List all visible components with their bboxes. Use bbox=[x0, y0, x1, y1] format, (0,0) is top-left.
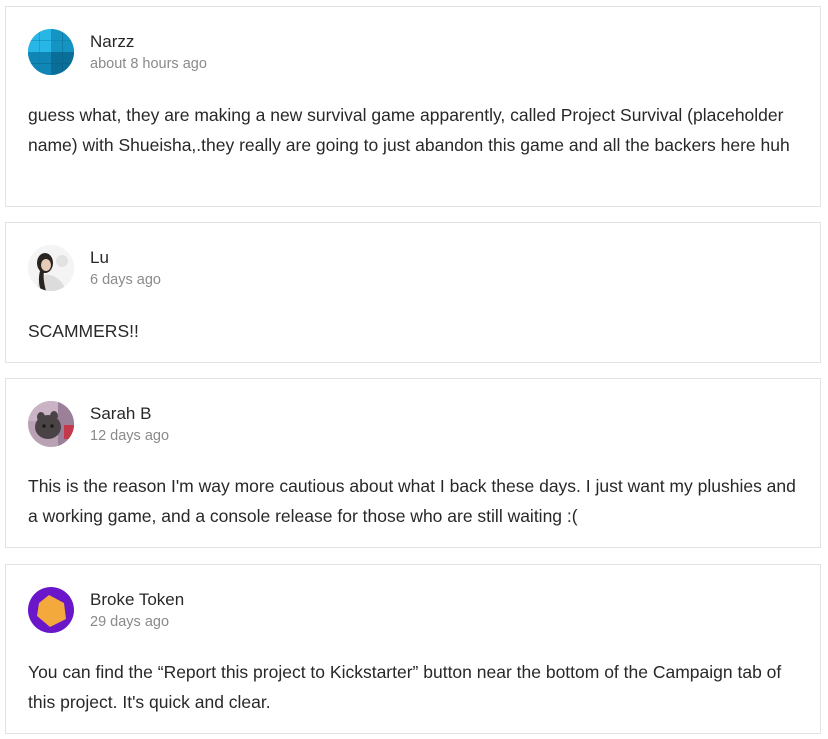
comment-body: guess what, they are making a new surviv… bbox=[28, 105, 790, 155]
comment-body: You can find the “Report this project to… bbox=[28, 662, 782, 712]
purple-orange-pentagon-avatar-icon[interactable] bbox=[28, 587, 74, 633]
comment-header: Lu 6 days ago bbox=[28, 245, 161, 291]
comment-author[interactable]: Sarah B bbox=[90, 403, 169, 425]
comment-author[interactable]: Lu bbox=[90, 247, 161, 269]
comment-header: Narzz about 8 hours ago bbox=[28, 29, 207, 75]
comment-timestamp: 6 days ago bbox=[90, 271, 161, 288]
comment-header: Sarah B 12 days ago bbox=[28, 401, 169, 447]
comment-card: Lu 6 days ago SCAMMERS!! bbox=[5, 222, 821, 363]
comment-card: Broke Token 29 days ago You can find the… bbox=[5, 564, 821, 734]
comment-author[interactable]: Broke Token bbox=[90, 589, 184, 611]
comment-author[interactable]: Narzz bbox=[90, 31, 207, 53]
comment-card: Narzz about 8 hours ago guess what, they… bbox=[5, 6, 821, 207]
comment-card: Sarah B 12 days ago This is the reason I… bbox=[5, 378, 821, 548]
comment-timestamp: 29 days ago bbox=[90, 613, 170, 630]
photo-avatar-icon[interactable] bbox=[28, 245, 74, 291]
comment-timestamp: 12 days ago bbox=[90, 427, 170, 444]
comment-header: Broke Token 29 days ago bbox=[28, 587, 184, 633]
blue-geometric-avatar-icon[interactable] bbox=[28, 29, 74, 75]
plush-photo-avatar-icon[interactable] bbox=[28, 401, 74, 447]
comment-body: This is the reason I'm way more cautious… bbox=[28, 476, 796, 526]
comment-body: SCAMMERS!! bbox=[28, 321, 139, 341]
comment-timestamp: about 8 hours ago bbox=[90, 55, 207, 72]
